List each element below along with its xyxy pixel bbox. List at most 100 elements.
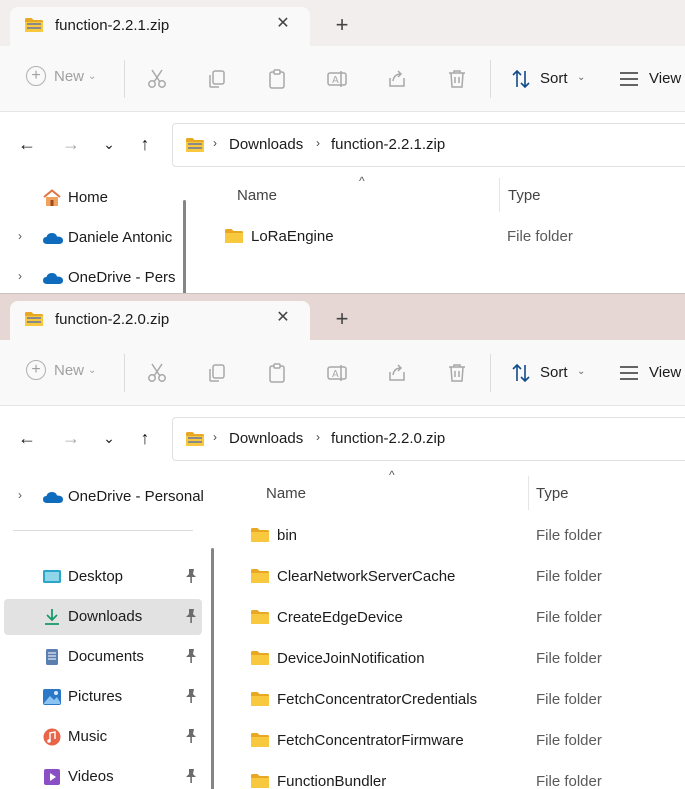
toolbar-divider xyxy=(124,354,125,392)
sidebar-item-daniele[interactable]: › Daniele Antonic xyxy=(4,220,202,256)
share-icon[interactable] xyxy=(386,68,408,90)
desktop-icon xyxy=(43,570,61,583)
pin-icon[interactable] xyxy=(184,608,198,624)
column-divider[interactable] xyxy=(499,178,500,212)
new-tab-button[interactable]: + xyxy=(330,14,354,38)
up-button[interactable]: ↑ xyxy=(134,428,156,450)
tab-function-2-2-0[interactable]: function-2.2.0.zip ✕ xyxy=(10,301,310,340)
navigation-pane: › OneDrive - Personal Desktop Downloads … xyxy=(0,472,214,789)
cut-icon[interactable] xyxy=(146,68,168,90)
breadcrumb-zip[interactable]: function-2.2.1.zip xyxy=(331,136,445,153)
file-name: bin xyxy=(277,527,298,544)
paste-icon[interactable] xyxy=(266,68,288,90)
paste-icon[interactable] xyxy=(266,362,288,384)
file-name: CreateEdgeDevice xyxy=(277,609,403,626)
list-item[interactable]: FunctionBundler File folder xyxy=(250,765,680,789)
file-type: File folder xyxy=(536,773,602,789)
delete-icon[interactable] xyxy=(446,362,468,384)
tab-title: function-2.2.0.zip xyxy=(55,311,170,328)
command-bar: + New ⌄ A Sort ⌄ View xyxy=(0,46,685,112)
list-item[interactable]: LoRaEngine File folder xyxy=(224,220,664,254)
sort-icon xyxy=(512,69,530,89)
list-item[interactable]: CreateEdgeDevice File folder xyxy=(250,601,680,635)
rename-icon[interactable]: A xyxy=(326,362,348,384)
view-icon xyxy=(620,366,638,380)
view-icon xyxy=(620,72,638,86)
file-name: LoRaEngine xyxy=(251,228,334,245)
copy-icon[interactable] xyxy=(206,362,228,384)
folder-icon xyxy=(250,527,270,543)
sidebar-item-music[interactable]: Music xyxy=(4,719,202,755)
sort-label: Sort xyxy=(540,364,568,381)
back-button[interactable]: ← xyxy=(16,134,38,156)
pin-icon[interactable] xyxy=(184,768,198,784)
list-item[interactable]: FetchConcentratorFirmware File folder xyxy=(250,724,680,758)
forward-button[interactable]: → xyxy=(60,134,82,156)
back-button[interactable]: ← xyxy=(16,428,38,450)
sidebar-item-downloads[interactable]: Downloads xyxy=(4,599,202,635)
sort-ascending-icon: ^ xyxy=(389,468,395,482)
column-header-type[interactable]: Type xyxy=(536,485,569,502)
pin-icon[interactable] xyxy=(184,568,198,584)
column-header-type[interactable]: Type xyxy=(508,187,541,204)
breadcrumb-chevron-icon[interactable]: › xyxy=(316,136,320,150)
sidebar-item-documents[interactable]: Documents xyxy=(4,639,202,675)
pin-icon[interactable] xyxy=(184,728,198,744)
breadcrumb-chevron-icon[interactable]: › xyxy=(316,430,320,444)
list-item[interactable]: ClearNetworkServerCache File folder xyxy=(250,560,680,594)
copy-icon[interactable] xyxy=(206,68,228,90)
address-bar[interactable]: › Downloads › function-2.2.0.zip xyxy=(172,417,685,461)
navigation-pane: Home › Daniele Antonic › OneDrive - Pers… xyxy=(0,178,200,294)
recent-locations-button[interactable]: ⌄ xyxy=(98,428,120,450)
chevron-down-icon: ⌄ xyxy=(88,364,97,376)
list-item[interactable]: FetchConcentratorCredentials File folder xyxy=(250,683,680,717)
list-item[interactable]: bin File folder xyxy=(250,519,680,553)
chevron-down-icon: ⌄ xyxy=(88,70,97,82)
pin-icon[interactable] xyxy=(184,648,198,664)
sidebar-item-onedrive[interactable]: › OneDrive - Personal xyxy=(4,479,204,515)
breadcrumb-downloads[interactable]: Downloads xyxy=(229,136,303,153)
sidebar-item-desktop[interactable]: Desktop xyxy=(4,559,202,595)
column-header-name[interactable]: Name xyxy=(237,187,277,204)
forward-button[interactable]: → xyxy=(60,428,82,450)
sidebar-scrollbar[interactable] xyxy=(211,548,214,789)
cloud-icon xyxy=(42,490,64,504)
folder-icon xyxy=(250,773,270,789)
share-icon[interactable] xyxy=(386,362,408,384)
sidebar-item-videos[interactable]: Videos xyxy=(4,759,202,789)
new-tab-button[interactable]: + xyxy=(330,308,354,332)
sidebar-item-pictures[interactable]: Pictures xyxy=(4,679,202,715)
sidebar-item-home[interactable]: Home xyxy=(4,180,202,216)
recent-locations-button[interactable]: ⌄ xyxy=(98,134,120,156)
breadcrumb-downloads[interactable]: Downloads xyxy=(229,430,303,447)
up-button[interactable]: ↑ xyxy=(134,134,156,156)
breadcrumb-zip[interactable]: function-2.2.0.zip xyxy=(331,430,445,447)
new-button[interactable]: + New ⌄ xyxy=(26,66,96,90)
new-button[interactable]: + New ⌄ xyxy=(26,360,96,384)
sidebar-item-onedrive[interactable]: › OneDrive - Perso xyxy=(4,260,202,294)
delete-icon[interactable] xyxy=(446,68,468,90)
sidebar-item-label: Daniele Antonic xyxy=(68,229,173,246)
tab-function-2-2-1[interactable]: function-2.2.1.zip ✕ xyxy=(10,7,310,46)
sidebar-item-label: Videos xyxy=(68,768,114,785)
file-type: File folder xyxy=(536,691,602,708)
breadcrumb-chevron-icon[interactable]: › xyxy=(213,136,217,150)
chevron-right-icon[interactable]: › xyxy=(18,269,22,283)
cloud-icon xyxy=(42,271,64,285)
chevron-right-icon[interactable]: › xyxy=(18,488,22,502)
command-bar: + New ⌄ A Sort ⌄ View xyxy=(0,340,685,406)
pin-icon[interactable] xyxy=(184,688,198,704)
chevron-right-icon[interactable]: › xyxy=(18,229,22,243)
column-header-name[interactable]: Name xyxy=(266,485,306,502)
close-tab-icon[interactable]: ✕ xyxy=(272,307,294,329)
cut-icon[interactable] xyxy=(146,362,168,384)
file-name: ClearNetworkServerCache xyxy=(277,568,456,585)
close-tab-icon[interactable]: ✕ xyxy=(272,13,294,35)
breadcrumb-chevron-icon[interactable]: › xyxy=(213,430,217,444)
rename-icon[interactable]: A xyxy=(326,68,348,90)
sidebar-scrollbar[interactable] xyxy=(183,200,186,294)
list-item[interactable]: DeviceJoinNotification File folder xyxy=(250,642,680,676)
column-divider[interactable] xyxy=(528,476,529,510)
zip-folder-icon xyxy=(185,431,205,447)
address-bar[interactable]: › Downloads › function-2.2.1.zip xyxy=(172,123,685,167)
